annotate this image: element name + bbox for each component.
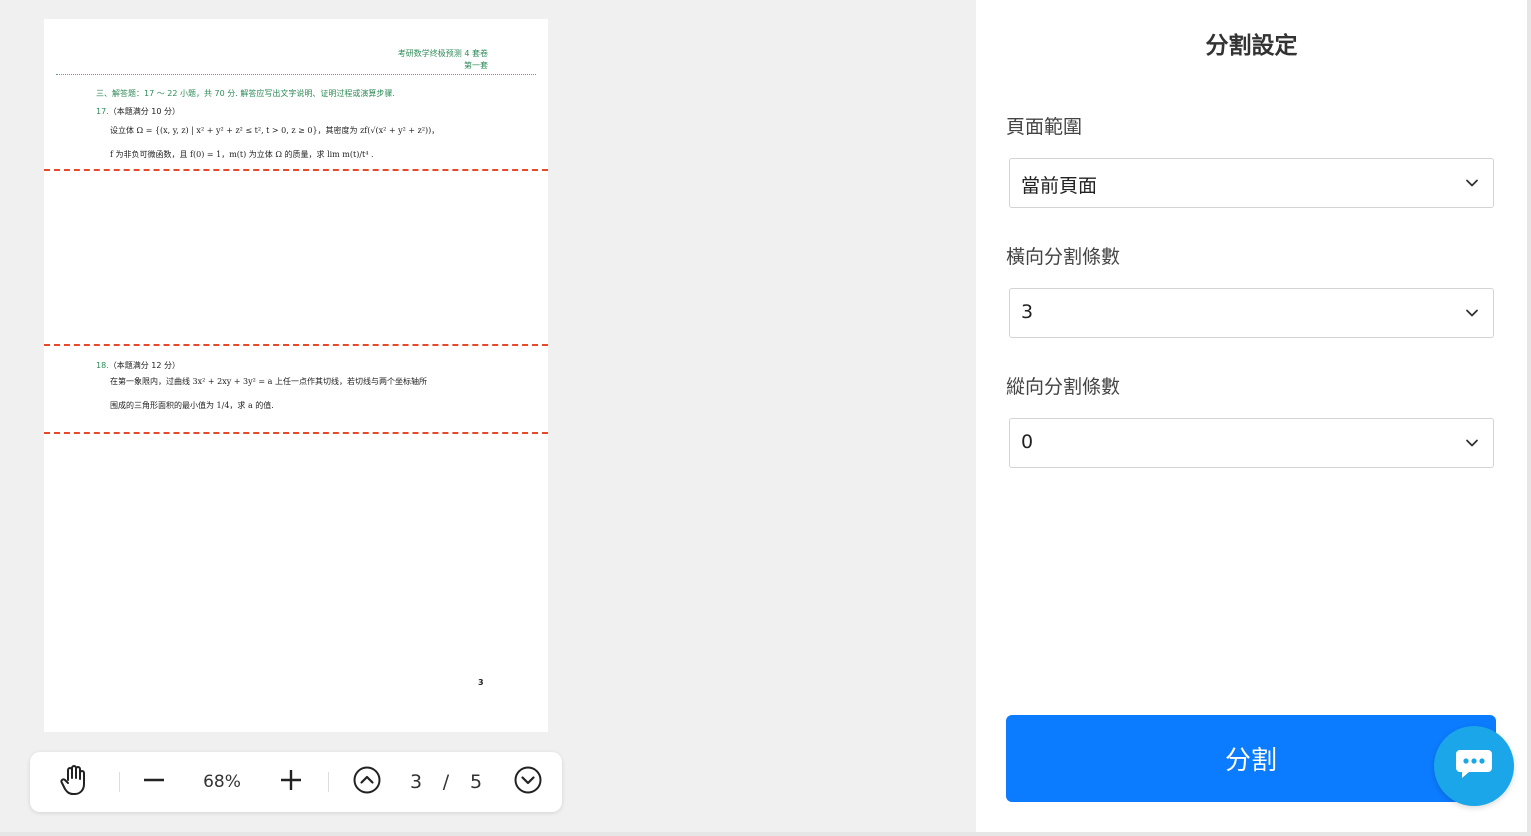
vertical-splits-select[interactable]: 0 [1009,418,1494,468]
doc-section-title: 三、解答题：17 ～ 22 小题，共 70 分. 解答应写出文字说明、证明过程或… [96,89,395,98]
question-17-line-1: 设立体 Ω = {(x, y, z) | x² + y² + z² ≤ t², … [110,126,440,135]
bottom-border [0,832,1531,836]
zoom-level-text: 68% [203,772,241,792]
doc-header-subtitle: 第一套 [464,61,488,70]
chat-icon [1455,748,1493,784]
minus-icon [142,768,166,796]
page-range-select[interactable]: 當前頁面 [1009,158,1494,208]
zoom-in-button[interactable] [275,752,307,812]
doc-header-rule [56,74,536,75]
page-range-value: 當前頁面 [1021,175,1098,197]
current-page-text: 3 [409,771,423,793]
question-17-number: 17. [96,107,109,116]
horizontal-splits-select[interactable]: 3 [1009,288,1494,338]
prev-page-button[interactable] [351,752,383,812]
split-line-1 [44,169,548,171]
total-pages-text: 5 [469,771,483,793]
total-pages: 5 [464,752,488,812]
split-button[interactable]: 分割 [1006,715,1496,802]
page-edge [1527,0,1531,832]
toolbar-divider [119,772,120,792]
page-separator-text: / [442,771,450,793]
plus-icon [279,768,303,796]
chevron-down-icon [1465,305,1479,324]
question-18-score: （本题满分 12 分） [108,361,180,370]
chat-button[interactable] [1434,726,1514,806]
question-17-score: （本题满分 10 分） [108,107,180,116]
zoom-out-button[interactable] [138,752,170,812]
chevron-down-icon [1465,435,1479,454]
toolbar-divider [328,772,329,792]
split-settings-panel: 分割設定 頁面範圍 當前頁面 橫向分割條數 3 縱向分割條數 0 分割 [976,0,1527,832]
chevron-up-circle-icon [353,766,381,798]
page-separator: / [436,752,456,812]
vertical-splits-label: 縱向分割條數 [1006,376,1121,398]
split-line-3 [44,432,548,434]
question-17-heading: 17.（本题满分 10 分） [96,106,180,117]
zoom-level: 68% [192,752,252,812]
current-page[interactable]: 3 [404,752,428,812]
question-18-line-2: 围成的三角形面积的最小值为 1/4，求 a 的值. [110,401,274,410]
document-page: 考研数学终极预测 4 套卷 第一套 三、解答题：17 ～ 22 小题，共 70 … [44,19,548,732]
split-line-2 [44,344,548,346]
question-18-line-1: 在第一象限内，过曲线 3x² + 2xy + 3y² = a 上任一点作其切线，… [110,377,427,386]
question-17-line-2: f 为非负可微函数，且 f(0) = 1，m(t) 为立体 Ω 的质量，求 li… [110,150,374,159]
panel-title: 分割設定 [1205,33,1298,59]
pan-button[interactable] [54,752,94,812]
question-18-number: 18. [96,361,109,370]
doc-page-number: 3 [478,678,484,687]
hand-icon [59,764,89,800]
chevron-down-circle-icon [514,766,542,798]
horizontal-splits-label: 橫向分割條數 [1006,246,1121,268]
chevron-down-icon [1465,175,1479,194]
doc-header-title: 考研数学终极预测 4 套卷 [397,49,488,58]
next-page-button[interactable] [512,752,544,812]
vertical-splits-value: 0 [1021,431,1034,453]
page-range-label: 頁面範圍 [1006,116,1083,138]
horizontal-splits-value: 3 [1021,301,1034,323]
preview-area: 考研数学终极预测 4 套卷 第一套 三、解答题：17 ～ 22 小题，共 70 … [0,0,976,836]
viewer-toolbar: 68% 3 / 5 [30,752,562,812]
question-18-heading: 18.（本题满分 12 分） [96,360,180,371]
